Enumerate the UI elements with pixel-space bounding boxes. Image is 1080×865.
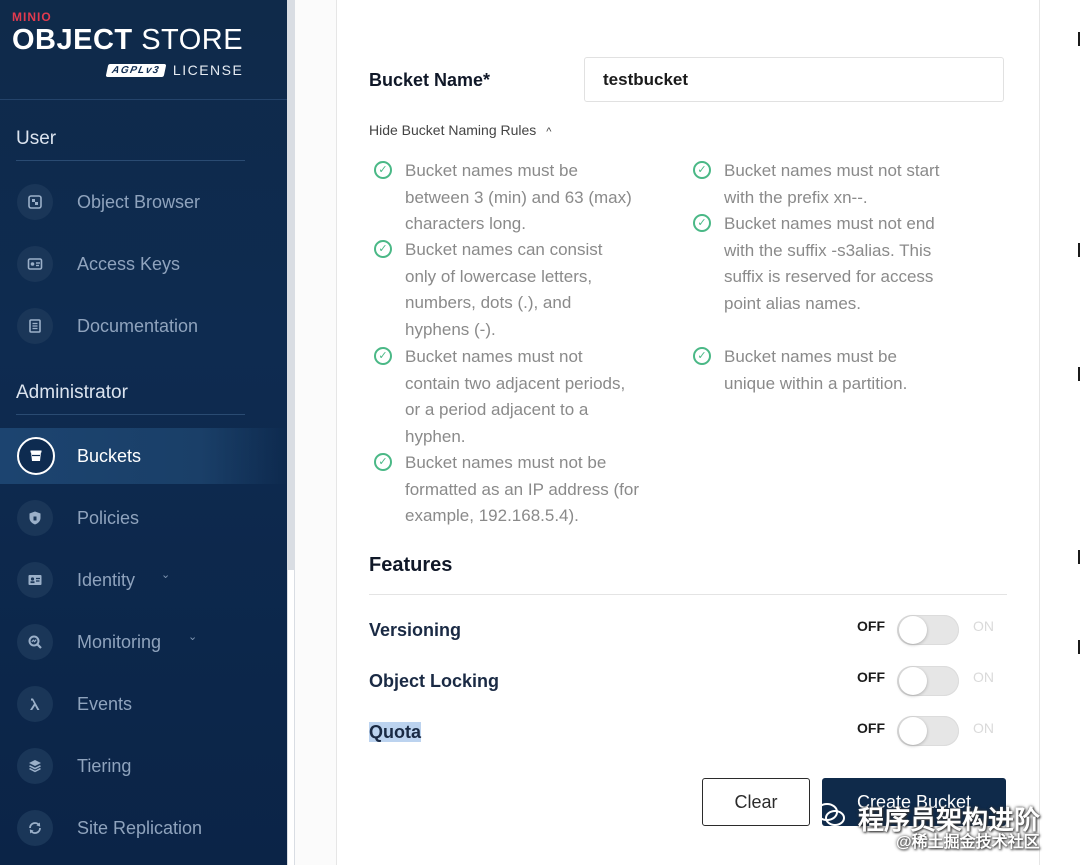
naming-rules-toggle-label: Hide Bucket Naming Rules (369, 122, 537, 138)
lambda-icon (17, 686, 53, 722)
naming-rules-toggle[interactable]: Hide Bucket Naming Rules ^ (369, 122, 551, 138)
check-circle-icon: ✓ (374, 161, 392, 179)
sidebar-item-label: Events (77, 693, 133, 714)
access-keys-icon (17, 246, 53, 282)
agpl-badge: AGPLv3 (105, 63, 167, 77)
shield-icon (17, 500, 53, 536)
sidebar: MINIO OBJECT STORE AGPLv3 LICENSE User O… (0, 0, 287, 865)
clear-button[interactable]: Clear (702, 778, 810, 826)
toggle-knob (899, 616, 927, 644)
sidebar-item-policies[interactable]: Policies (0, 490, 287, 546)
sidebar-item-monitoring[interactable]: Monitoring ⌄ (0, 614, 287, 670)
sidebar-item-events[interactable]: Events (0, 676, 287, 732)
minio-logo[interactable]: MINIO OBJECT STORE AGPLv3 LICENSE (12, 10, 244, 78)
wechat-icon (816, 802, 846, 834)
naming-rule: ✓ Bucket names must not be formatted as … (374, 450, 640, 530)
versioning-toggle[interactable] (897, 615, 959, 645)
watermark-sub: @稀土掘金技术社区 (896, 834, 1040, 851)
bucket-name-label: Bucket Name* (369, 70, 491, 90)
check-circle-icon: ✓ (374, 240, 392, 258)
selected-text: Quota (369, 722, 421, 742)
monitoring-icon (17, 624, 53, 660)
toggle-off-label: OFF (857, 669, 885, 685)
sidebar-item-label: Object Browser (77, 191, 201, 212)
features-divider (369, 594, 1007, 595)
sidebar-item-label: Monitoring (77, 631, 162, 652)
license-label: LICENSE (172, 62, 244, 78)
check-circle-icon: ✓ (693, 161, 711, 179)
toggle-off-label: OFF (857, 720, 885, 736)
sidebar-item-buckets[interactable]: Buckets (0, 428, 287, 484)
toggle-off-label: OFF (857, 618, 885, 634)
bucket-icon (17, 437, 55, 475)
sidebar-item-site-replication[interactable]: Site Replication (0, 800, 287, 856)
naming-rule: ✓ Bucket names must not contain two adja… (374, 344, 635, 450)
naming-rule: ✓ Bucket names must not end with the suf… (693, 211, 949, 317)
object-locking-toggle[interactable] (897, 666, 959, 696)
chevron-down-icon[interactable]: ⌄ (188, 630, 197, 643)
quota-toggle[interactable] (897, 716, 959, 746)
sidebar-item-label: Identity (77, 569, 136, 590)
help-panel (1040, 0, 1080, 865)
documentation-icon (17, 308, 53, 344)
section-user: User (16, 128, 57, 149)
toggle-on-label: ON (973, 720, 994, 736)
check-circle-icon: ✓ (374, 453, 392, 471)
sidebar-item-object-browser[interactable]: Object Browser (0, 174, 287, 230)
sidebar-item-identity[interactable]: Identity ⌄ (0, 552, 287, 608)
sidebar-item-label: Buckets (77, 445, 142, 466)
naming-rule: ✓ Bucket names must be between 3 (min) a… (374, 158, 635, 238)
feature-label: Quota (369, 722, 421, 743)
sidebar-divider (0, 99, 287, 100)
object-browser-icon (17, 184, 53, 220)
naming-rule: ✓ Bucket names must not start with the p… (693, 158, 949, 211)
check-circle-icon: ✓ (693, 214, 711, 232)
sidebar-item-documentation[interactable]: Documentation (0, 298, 287, 354)
bucket-name-input[interactable] (584, 57, 1004, 102)
check-circle-icon: ✓ (693, 347, 711, 365)
sidebar-item-label: Tiering (77, 755, 132, 776)
scrollbar-thumb[interactable] (288, 570, 294, 865)
chevron-up-icon: ^ (546, 126, 552, 138)
section-administrator: Administrator (16, 382, 128, 403)
check-circle-icon: ✓ (374, 347, 392, 365)
sidebar-item-label: Site Replication (77, 817, 203, 838)
toggle-on-label: ON (973, 669, 994, 685)
layers-icon (17, 748, 53, 784)
sidebar-item-access-keys[interactable]: Access Keys (0, 236, 287, 292)
chevron-down-icon[interactable]: ⌄ (161, 568, 170, 581)
toggle-knob (899, 667, 927, 695)
sidebar-item-label: Policies (77, 507, 140, 528)
sidebar-scrollbar[interactable] (287, 0, 295, 865)
naming-rule: ✓ Bucket names can consist only of lower… (374, 237, 635, 343)
replication-icon (17, 810, 53, 846)
toggle-on-label: ON (973, 618, 994, 634)
naming-rule: ✓ Bucket names must be unique within a p… (693, 344, 949, 397)
sidebar-item-tiering[interactable]: Tiering (0, 738, 287, 794)
sidebar-item-label: Documentation (77, 315, 199, 336)
toggle-knob (899, 717, 927, 745)
features-title: Features (369, 554, 453, 576)
feature-label: Object Locking (369, 671, 500, 691)
feature-label: Versioning (369, 620, 462, 640)
brand-object-store: OBJECT STORE (12, 24, 244, 56)
brand-license: AGPLv3 LICENSE (105, 62, 244, 78)
identity-icon (17, 562, 53, 598)
sidebar-item-label: Access Keys (77, 253, 181, 274)
brand-minio: MINIO (12, 10, 52, 24)
section-administrator-rule (16, 414, 245, 415)
section-user-rule (16, 160, 245, 161)
